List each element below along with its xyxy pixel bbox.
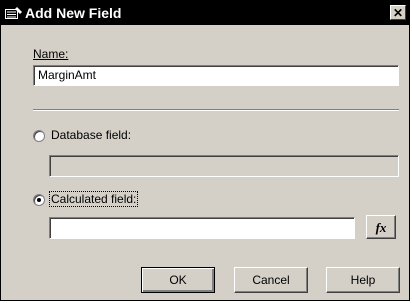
field-list-icon	[5, 6, 23, 20]
title-bar[interactable]: Add New Field ✕	[1, 1, 409, 25]
function-builder-button[interactable]: fx	[366, 215, 396, 239]
name-input[interactable]: MarginAmt	[33, 65, 399, 86]
add-new-field-dialog: Add New Field ✕ Name: MarginAmt Database…	[0, 0, 410, 301]
calculated-field-radio[interactable]	[33, 194, 45, 206]
function-icon: fx	[375, 220, 387, 235]
radio-selected-dot	[37, 198, 41, 202]
close-button[interactable]: ✕	[390, 5, 406, 20]
help-button[interactable]: Help	[326, 267, 400, 293]
database-field-select[interactable]	[49, 155, 399, 177]
name-label-text: Name:	[33, 47, 69, 61]
database-field-label[interactable]: Database field:	[51, 128, 131, 142]
cancel-button[interactable]: Cancel	[234, 267, 308, 293]
ok-button[interactable]: OK	[141, 267, 215, 293]
name-label: Name:	[33, 47, 68, 61]
close-icon: ✕	[392, 6, 404, 20]
calculated-field-input[interactable]	[49, 217, 355, 239]
database-field-radio[interactable]	[33, 130, 45, 142]
calculated-field-label[interactable]: Calculated field:	[48, 191, 139, 207]
window-title: Add New Field	[25, 5, 122, 21]
section-divider	[33, 109, 399, 111]
